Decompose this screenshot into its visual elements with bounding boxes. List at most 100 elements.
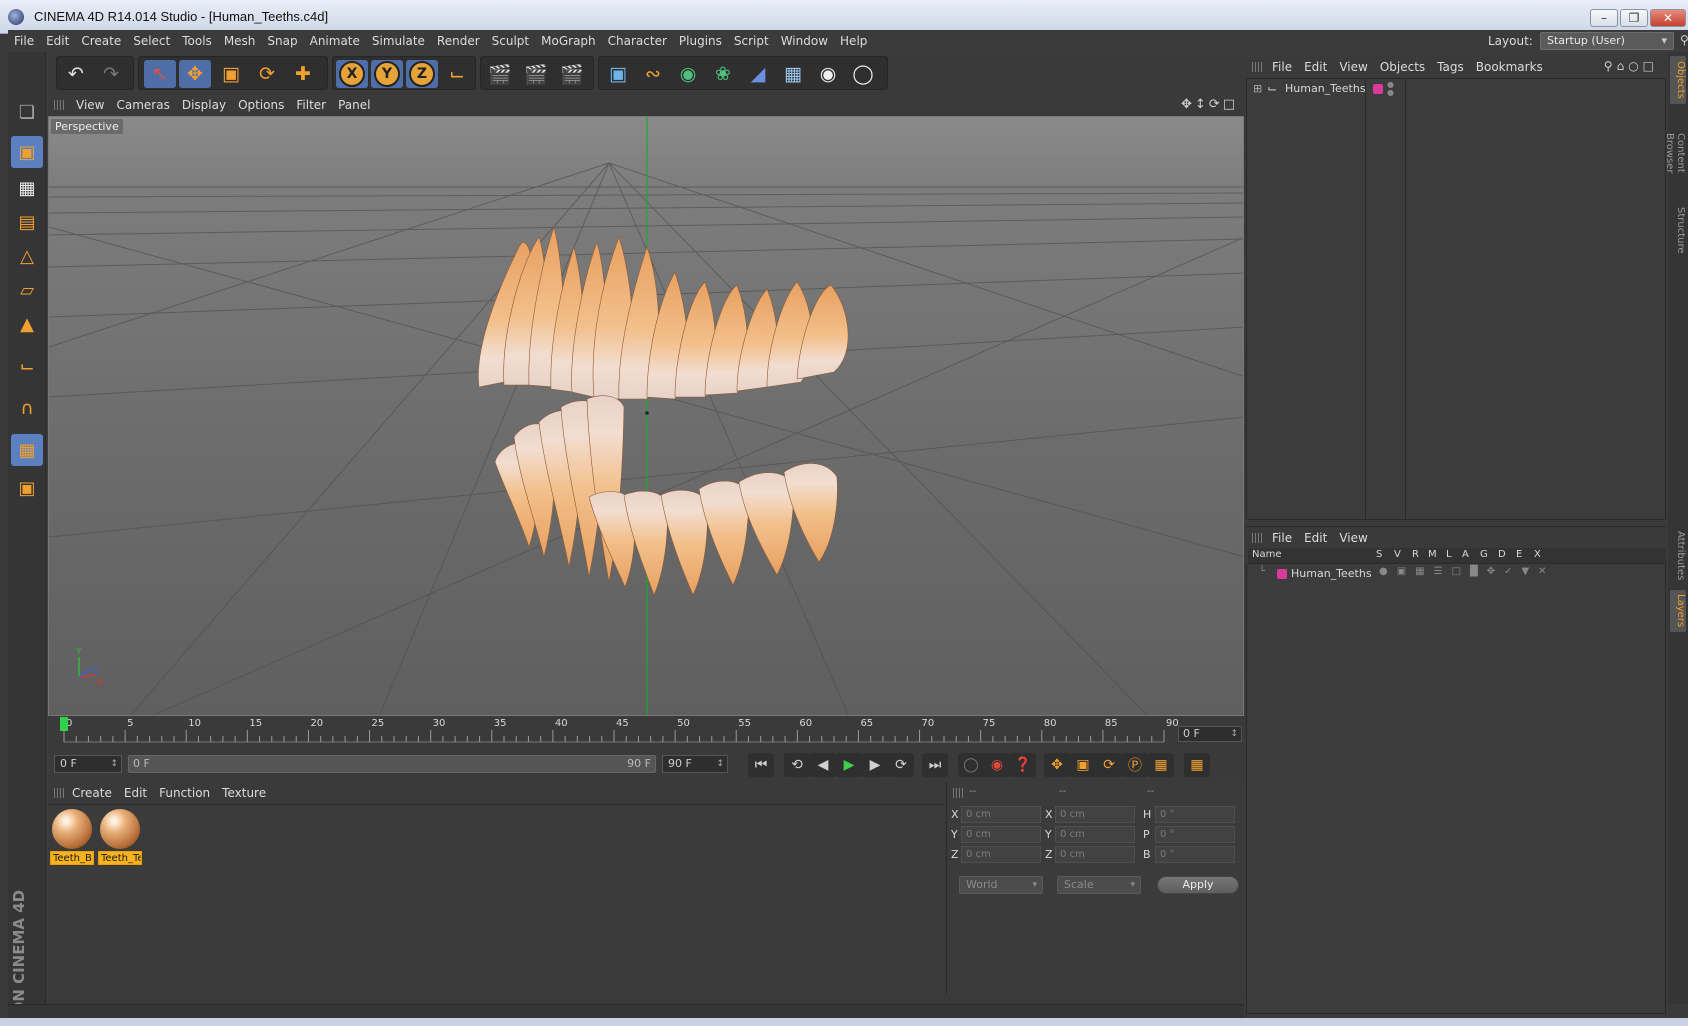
start-frame-field[interactable]: 0 F ↕: [54, 755, 122, 773]
previous-frame-icon[interactable]: ◀: [810, 753, 836, 777]
layer-toggle-icons[interactable]: ●▣▦☰□█✥✓▼✕: [1379, 566, 1556, 577]
menu-render[interactable]: Render: [431, 30, 486, 52]
menu-edit[interactable]: Edit: [40, 30, 75, 52]
autokeying-icon[interactable]: ◉: [984, 753, 1010, 777]
snap-icon[interactable]: ▦: [11, 434, 43, 466]
workplane-mode-icon[interactable]: ▤: [11, 206, 43, 238]
move-tool-icon[interactable]: ✥: [179, 60, 211, 88]
apply-button[interactable]: Apply: [1157, 876, 1239, 894]
polygons-mode-icon[interactable]: ▲: [11, 308, 43, 340]
size-x-field[interactable]: 0 cm: [1055, 806, 1135, 823]
record-scale-icon[interactable]: ▣: [1070, 753, 1096, 777]
layer-menu-view[interactable]: View: [1333, 527, 1373, 549]
menu-snap[interactable]: Snap: [261, 30, 303, 52]
menu-script[interactable]: Script: [728, 30, 775, 52]
tab-objects[interactable]: Objects: [1670, 56, 1686, 104]
object-menu-objects[interactable]: Objects: [1374, 56, 1431, 78]
rotation-h-field[interactable]: 0 °: [1155, 806, 1235, 823]
column-header[interactable]: S: [1376, 549, 1382, 560]
array-icon[interactable]: ❀: [707, 60, 739, 88]
timeline-ruler[interactable]: 0 5 10 15 20 25 30 35 40 45 50 55 60 65 70 75 80 85 90 0 F…: [48, 716, 1244, 746]
panel-grip-icon[interactable]: [953, 788, 963, 798]
menu-create[interactable]: Create: [75, 30, 127, 52]
object-menu-view[interactable]: View: [1333, 56, 1373, 78]
rotation-p-field[interactable]: 0 °: [1155, 826, 1235, 843]
layer-menu-file[interactable]: File: [1266, 527, 1298, 549]
expand-icon[interactable]: ⊞: [1253, 82, 1262, 95]
material-menu-texture[interactable]: Texture: [216, 782, 272, 804]
object-menu-bookmarks[interactable]: Bookmarks: [1470, 56, 1549, 78]
next-key-icon[interactable]: ⟳: [888, 753, 914, 777]
workplane-lock-icon[interactable]: ▣: [11, 472, 43, 504]
model-mode-icon[interactable]: ▣: [11, 136, 43, 168]
render-picture-viewer-icon[interactable]: 🎬: [520, 60, 552, 88]
material-swatch-teeth-b[interactable]: Teeth_B: [50, 807, 94, 867]
viewport-menu-cameras[interactable]: Cameras: [110, 94, 175, 116]
column-header[interactable]: M: [1428, 549, 1437, 560]
minimize-button[interactable]: –: [1590, 9, 1618, 27]
object-menu-edit[interactable]: Edit: [1298, 56, 1333, 78]
layer-menu-edit[interactable]: Edit: [1298, 527, 1333, 549]
end-frame-field[interactable]: 90 F ↕: [662, 755, 728, 773]
restore-button[interactable]: ❐: [1620, 9, 1648, 27]
panel-grip-icon[interactable]: [54, 100, 64, 110]
render-settings-icon[interactable]: 🎬: [556, 60, 588, 88]
viewport-menu-filter[interactable]: Filter: [290, 94, 332, 116]
spline-icon[interactable]: ∾: [637, 60, 669, 88]
column-header[interactable]: V: [1394, 549, 1401, 560]
size-z-field[interactable]: 0 cm: [1055, 846, 1135, 863]
layer-row-human-teeths[interactable]: └ Human_Teeths ●▣▦☰□█✥✓▼✕: [1249, 566, 1665, 582]
coordinate-space-dropdown[interactable]: World ▾: [959, 876, 1043, 894]
menu-select[interactable]: Select: [127, 30, 176, 52]
rotation-b-field[interactable]: 0 °: [1155, 846, 1235, 863]
add-tool-icon[interactable]: ✚: [287, 60, 319, 88]
menu-character[interactable]: Character: [602, 30, 673, 52]
column-header[interactable]: E: [1516, 549, 1522, 560]
axis-x-lock-button[interactable]: X: [336, 60, 368, 88]
rotate-tool-icon[interactable]: ⟳: [251, 60, 283, 88]
points-mode-icon[interactable]: △: [11, 240, 43, 272]
next-frame-icon[interactable]: ▶: [862, 753, 888, 777]
viewport-menu-panel[interactable]: Panel: [332, 94, 376, 116]
magnet-icon[interactable]: ∩: [11, 392, 43, 424]
perspective-viewport[interactable]: Y X Z Perspective: [48, 116, 1244, 716]
nurbs-icon[interactable]: ◉: [672, 60, 704, 88]
panel-grip-icon[interactable]: [1252, 533, 1262, 543]
record-rotation-icon[interactable]: ⟳: [1096, 753, 1122, 777]
menu-tools[interactable]: Tools: [176, 30, 218, 52]
keyframe-selection-icon[interactable]: ❓: [1010, 753, 1036, 777]
menu-animate[interactable]: Animate: [304, 30, 366, 52]
column-header[interactable]: D: [1498, 549, 1506, 560]
play-forward-icon[interactable]: ▶: [836, 753, 862, 777]
previous-key-icon[interactable]: ⟲: [784, 753, 810, 777]
column-header[interactable]: L: [1446, 549, 1452, 560]
viewport-navigation-icons[interactable]: ✥↕⟳□: [1181, 97, 1238, 112]
position-y-field[interactable]: 0 cm: [961, 826, 1041, 843]
material-menu-function[interactable]: Function: [153, 782, 216, 804]
layout-select[interactable]: Startup (User) ▾: [1540, 32, 1674, 50]
menu-mograph[interactable]: MoGraph: [535, 30, 602, 52]
size-y-field[interactable]: 0 cm: [1055, 826, 1135, 843]
texture-mode-icon[interactable]: ▦: [11, 172, 43, 204]
edges-mode-icon[interactable]: ▱: [11, 274, 43, 306]
current-frame-field[interactable]: 0 F ↕: [1178, 726, 1242, 742]
search-icon[interactable]: ⚲: [1680, 33, 1688, 49]
tab-structure[interactable]: Structure: [1670, 202, 1686, 258]
menu-mesh[interactable]: Mesh: [218, 30, 262, 52]
camera-icon[interactable]: ◉: [812, 60, 844, 88]
preview-range-slider[interactable]: 0 F 90 F: [128, 755, 656, 773]
panel-grip-icon[interactable]: [1252, 62, 1262, 72]
redo-icon[interactable]: ↷: [95, 60, 127, 88]
tab-layers[interactable]: Layers: [1670, 590, 1686, 632]
record-parameter-icon[interactable]: Ⓟ: [1122, 753, 1148, 777]
timeline-icon[interactable]: ▦: [1184, 753, 1210, 777]
tab-attributes[interactable]: Attributes: [1670, 526, 1686, 586]
column-header[interactable]: R: [1412, 549, 1419, 560]
material-menu-create[interactable]: Create: [66, 782, 118, 804]
menu-file[interactable]: File: [8, 30, 40, 52]
layer-color-swatch[interactable]: [1277, 569, 1287, 579]
menu-simulate[interactable]: Simulate: [366, 30, 431, 52]
live-selection-icon[interactable]: ❏: [11, 96, 43, 128]
visibility-dots-icon[interactable]: ● ●: [1387, 81, 1394, 97]
coordinate-system-icon[interactable]: ⌙: [441, 60, 473, 88]
